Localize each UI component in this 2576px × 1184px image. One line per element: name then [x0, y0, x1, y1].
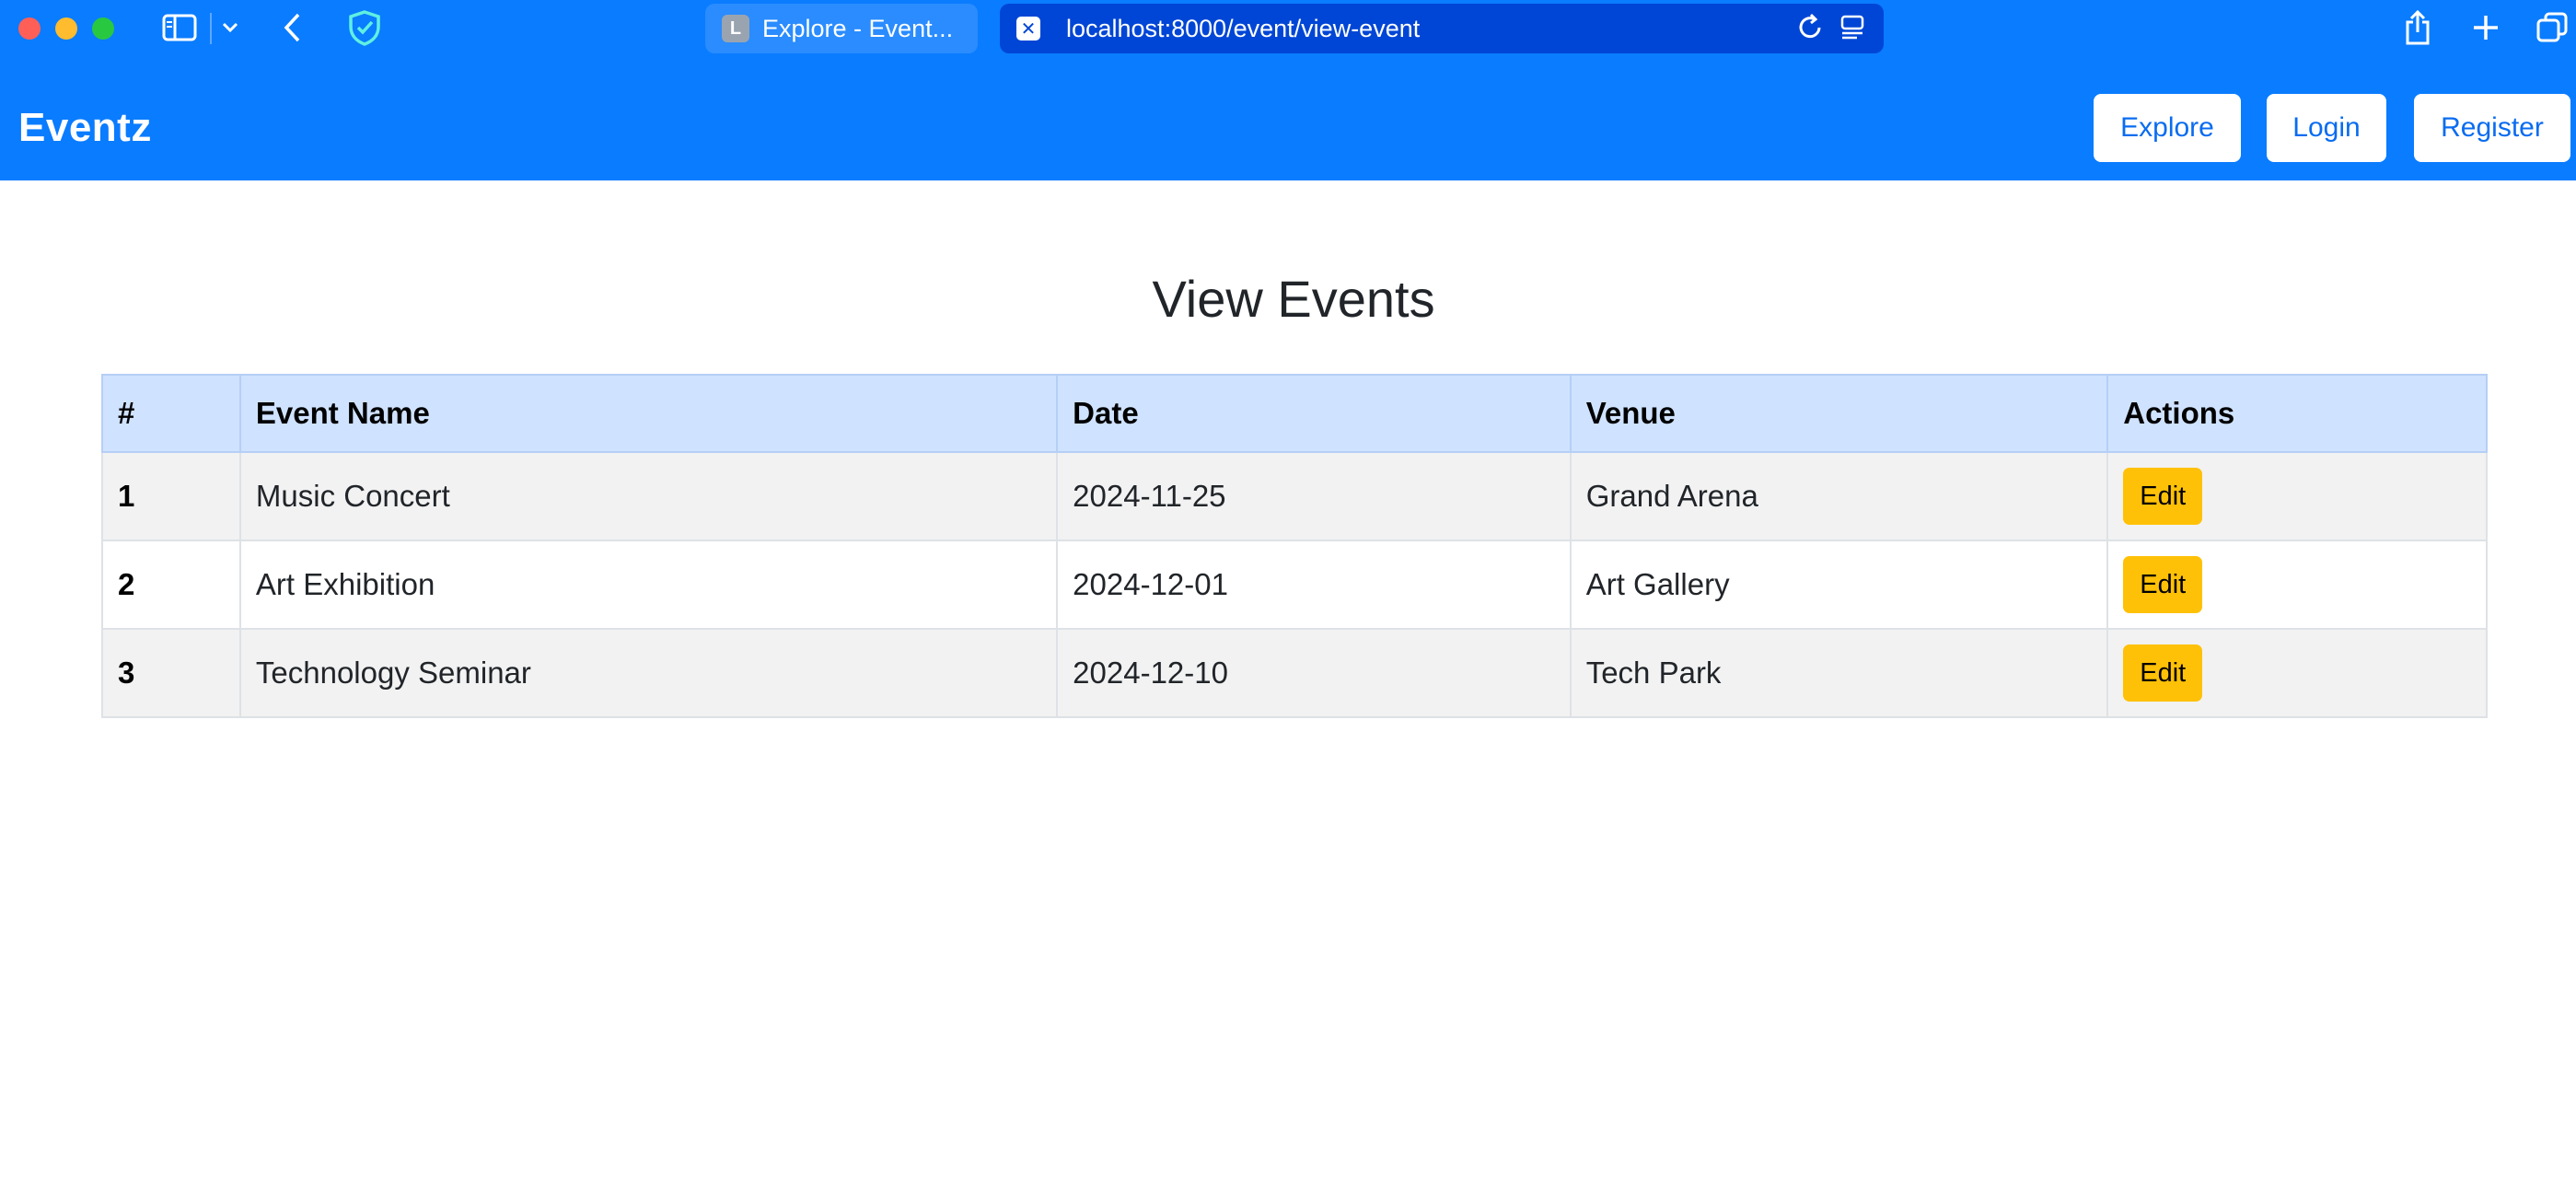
register-button[interactable]: Register	[2414, 94, 2570, 162]
event-date-cell: 2024-12-01	[1056, 540, 1572, 630]
maximize-window-button[interactable]	[92, 17, 114, 40]
back-icon[interactable]	[276, 9, 309, 46]
tab-favicon: L	[722, 15, 749, 42]
url-text[interactable]: localhost:8000/event/view-event	[1066, 15, 1420, 43]
app-navbar: Eventz Explore Login Register	[0, 57, 2576, 180]
column-header-venue: Venue	[1569, 374, 2109, 453]
edit-button[interactable]: Edit	[2123, 468, 2203, 525]
site-favicon: ✕	[1016, 17, 1040, 41]
table-row: 1 Music Concert 2024-11-25 Grand Arena E…	[101, 451, 2488, 541]
plus-icon[interactable]	[2467, 9, 2504, 46]
events-table: # Event Name Date Venue Actions 1 Music …	[101, 374, 2488, 718]
column-header-date: Date	[1056, 374, 1572, 453]
close-window-button[interactable]	[18, 17, 41, 40]
event-name-cell: Technology Seminar	[238, 628, 1059, 718]
event-name-cell: Art Exhibition	[238, 540, 1059, 630]
event-date-cell: 2024-11-25	[1056, 451, 1572, 541]
actions-cell: Edit	[2106, 628, 2488, 718]
event-venue-cell: Art Gallery	[1569, 540, 2109, 630]
actions-cell: Edit	[2106, 451, 2488, 541]
share-icon[interactable]	[2399, 9, 2436, 46]
column-header-number: #	[101, 374, 241, 453]
edit-button[interactable]: Edit	[2123, 556, 2203, 613]
brand-logo[interactable]: Eventz	[18, 105, 152, 151]
tabs-overview-icon[interactable]	[2534, 9, 2570, 46]
minimize-window-button[interactable]	[55, 17, 77, 40]
row-number: 3	[101, 628, 241, 718]
event-name-cell: Music Concert	[238, 451, 1059, 541]
table-header-row: # Event Name Date Venue Actions	[101, 374, 2488, 453]
tab-title: Explore - Event...	[762, 14, 954, 42]
page-title: View Events	[1152, 270, 1435, 328]
edit-button[interactable]: Edit	[2123, 644, 2203, 702]
actions-cell: Edit	[2106, 540, 2488, 630]
chevron-down-icon[interactable]	[217, 9, 243, 46]
address-bar[interactable]: ✕ localhost:8000/event/view-event	[1000, 4, 1884, 53]
event-venue-cell: Grand Arena	[1569, 451, 2109, 541]
reload-icon[interactable]	[1797, 13, 1823, 45]
row-number: 2	[101, 540, 241, 630]
table-row: 3 Technology Seminar 2024-12-10 Tech Par…	[101, 628, 2488, 718]
event-date-cell: 2024-12-10	[1056, 628, 1572, 718]
explore-button[interactable]: Explore	[2094, 94, 2241, 162]
browser-toolbar: L Explore - Event... ✕ localhost:8000/ev…	[0, 0, 2576, 57]
tab-explore-events[interactable]: L Explore - Event...	[705, 4, 978, 53]
shield-icon[interactable]	[344, 9, 385, 46]
column-header-event-name: Event Name	[238, 374, 1059, 453]
event-venue-cell: Tech Park	[1569, 628, 2109, 718]
login-button[interactable]: Login	[2267, 94, 2386, 162]
row-number: 1	[101, 451, 241, 541]
sidebar-icon[interactable]	[160, 9, 199, 46]
column-header-actions: Actions	[2106, 374, 2488, 453]
reader-icon[interactable]	[1839, 14, 1865, 44]
toolbar-divider	[210, 13, 212, 44]
table-row: 2 Art Exhibition 2024-12-01 Art Gallery …	[101, 540, 2488, 630]
